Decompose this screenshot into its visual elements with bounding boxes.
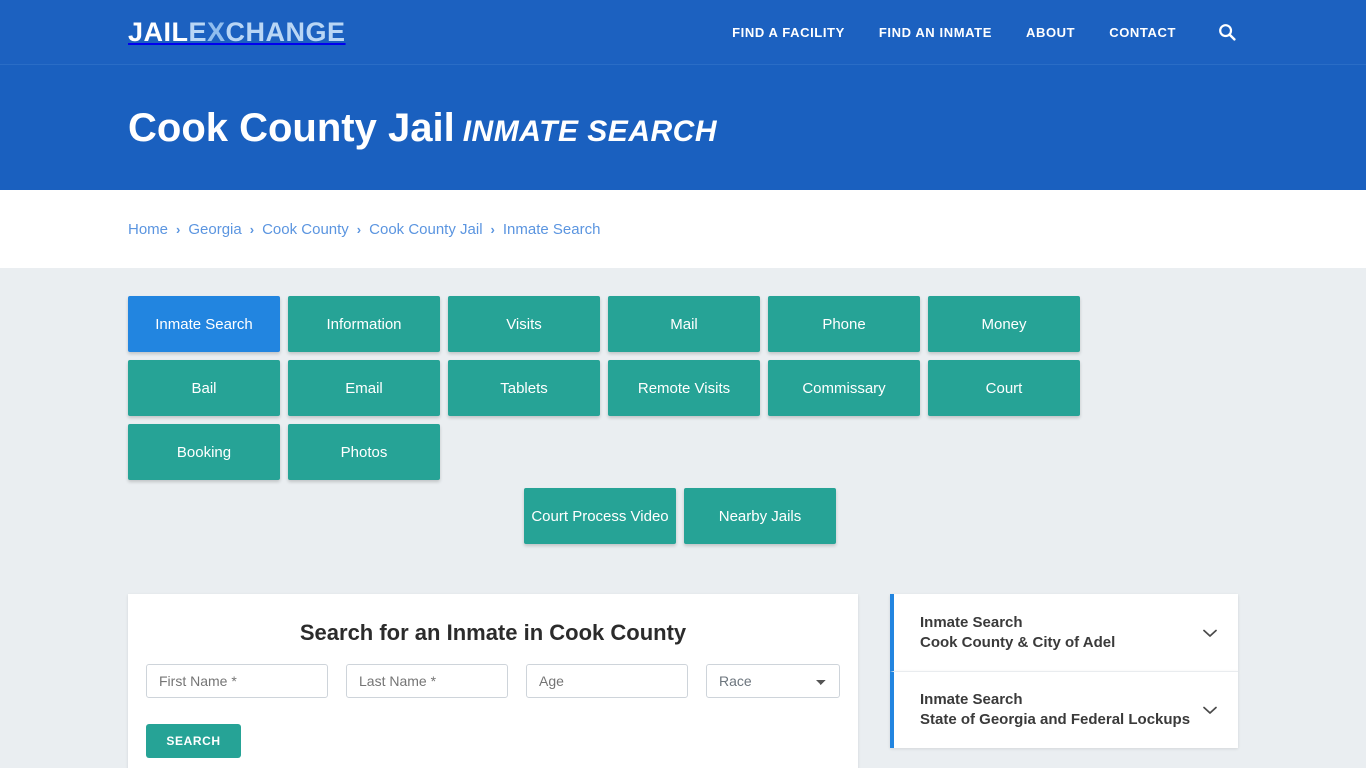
page-title-main: Cook County Jail bbox=[128, 105, 455, 150]
content-columns: Search for an Inmate in Cook County Race… bbox=[128, 544, 1238, 768]
logo-text-x: X bbox=[207, 16, 226, 47]
page-hero: Cook County Jail INMATE SEARCH bbox=[0, 64, 1366, 190]
page-title-subtitle: INMATE SEARCH bbox=[462, 114, 717, 148]
nav-item-about[interactable]: ABOUT bbox=[1026, 25, 1075, 40]
tab-nearby-jails[interactable]: Nearby Jails bbox=[684, 488, 836, 544]
breadcrumb-band: Home › Georgia › Cook County › Cook Coun… bbox=[0, 190, 1366, 268]
logo-text-e: E bbox=[188, 16, 208, 47]
chevron-right-icon: › bbox=[176, 221, 181, 237]
tab-money[interactable]: Money bbox=[928, 296, 1080, 352]
tab-email[interactable]: Email bbox=[288, 360, 440, 416]
sidebar: Inmate Search Cook County & City of Adel… bbox=[890, 594, 1238, 748]
nav-item-find-a-facility[interactable]: FIND A FACILITY bbox=[732, 25, 845, 40]
accordion-title: Inmate Search bbox=[920, 691, 1023, 709]
tab-photos[interactable]: Photos bbox=[288, 424, 440, 480]
age-input[interactable] bbox=[526, 664, 688, 698]
accordion-subtitle: State of Georgia and Federal Lockups bbox=[920, 711, 1191, 728]
breadcrumb: Home › Georgia › Cook County › Cook Coun… bbox=[128, 221, 600, 238]
breadcrumb-item-inmate-search: Inmate Search bbox=[502, 220, 601, 238]
tab-commissary[interactable]: Commissary bbox=[768, 360, 920, 416]
main-navigation: FIND A FACILITY FIND AN INMATE ABOUT CON… bbox=[732, 21, 1238, 43]
facility-tab-grid: Inmate Search Information Visits Mail Ph… bbox=[128, 268, 1238, 480]
site-header: JAILEXCHANGE FIND A FACILITY FIND AN INM… bbox=[0, 0, 1366, 64]
inmate-search-card: Search for an Inmate in Cook County Race… bbox=[128, 594, 858, 768]
search-form-row: Race bbox=[128, 664, 858, 698]
tab-booking[interactable]: Booking bbox=[128, 424, 280, 480]
breadcrumb-item-cook-county-jail[interactable]: Cook County Jail bbox=[369, 221, 482, 238]
breadcrumb-item-georgia[interactable]: Georgia bbox=[188, 221, 241, 238]
breadcrumb-item-cook-county[interactable]: Cook County bbox=[262, 221, 349, 238]
main-column: Search for an Inmate in Cook County Race… bbox=[128, 594, 858, 768]
tab-remote-visits[interactable]: Remote Visits bbox=[608, 360, 760, 416]
search-card-heading: Search for an Inmate in Cook County bbox=[299, 620, 687, 645]
tab-information[interactable]: Information bbox=[288, 296, 440, 352]
tab-inmate-search[interactable]: Inmate Search bbox=[128, 296, 280, 352]
tab-phone[interactable]: Phone bbox=[768, 296, 920, 352]
search-button[interactable]: SEARCH bbox=[146, 724, 241, 758]
search-icon[interactable] bbox=[1216, 21, 1238, 43]
race-select[interactable]: Race bbox=[706, 664, 840, 698]
accordion-inmate-search-state-georgia[interactable]: Inmate Search State of Georgia and Feder… bbox=[890, 671, 1238, 748]
accordion-text: Inmate Search State of Georgia and Feder… bbox=[920, 690, 1192, 730]
tab-mail[interactable]: Mail bbox=[608, 296, 760, 352]
tab-court[interactable]: Court bbox=[928, 360, 1080, 416]
first-name-input[interactable] bbox=[146, 664, 328, 698]
logo-text-jail: JAIL bbox=[128, 16, 189, 47]
tab-bail[interactable]: Bail bbox=[128, 360, 280, 416]
nav-item-contact[interactable]: CONTACT bbox=[1109, 25, 1176, 40]
accordion-title: Inmate Search bbox=[920, 613, 1023, 631]
last-name-input[interactable] bbox=[346, 664, 508, 698]
chevron-right-icon: › bbox=[490, 221, 495, 237]
accordion-inmate-search-cook-county[interactable]: Inmate Search Cook County & City of Adel bbox=[890, 594, 1238, 671]
main-content: Inmate Search Information Visits Mail Ph… bbox=[0, 268, 1366, 768]
tab-visits[interactable]: Visits bbox=[448, 296, 600, 352]
breadcrumb-item-home[interactable]: Home bbox=[128, 221, 168, 238]
chevron-right-icon: › bbox=[249, 221, 255, 237]
accordion-text: Inmate Search Cook County & City of Adel bbox=[920, 613, 1192, 653]
accordion-subtitle: Cook County & City of Adel bbox=[920, 633, 1116, 651]
chevron-down-icon[interactable] bbox=[1200, 700, 1220, 720]
facility-tab-row-3: Court Process Video Nearby Jails bbox=[128, 480, 1232, 544]
logo-text-change: CHANGE bbox=[225, 16, 346, 47]
chevron-down-icon[interactable] bbox=[1200, 623, 1220, 643]
site-logo[interactable]: JAILEXCHANGE bbox=[128, 16, 346, 47]
tab-tablets[interactable]: Tablets bbox=[448, 360, 600, 416]
nav-item-find-an-inmate[interactable]: FIND AN INMATE bbox=[879, 25, 992, 40]
chevron-right-icon: › bbox=[356, 221, 362, 237]
page-title: Cook County Jail INMATE SEARCH bbox=[128, 108, 717, 148]
tab-court-process-video[interactable]: Court Process Video bbox=[524, 488, 676, 544]
